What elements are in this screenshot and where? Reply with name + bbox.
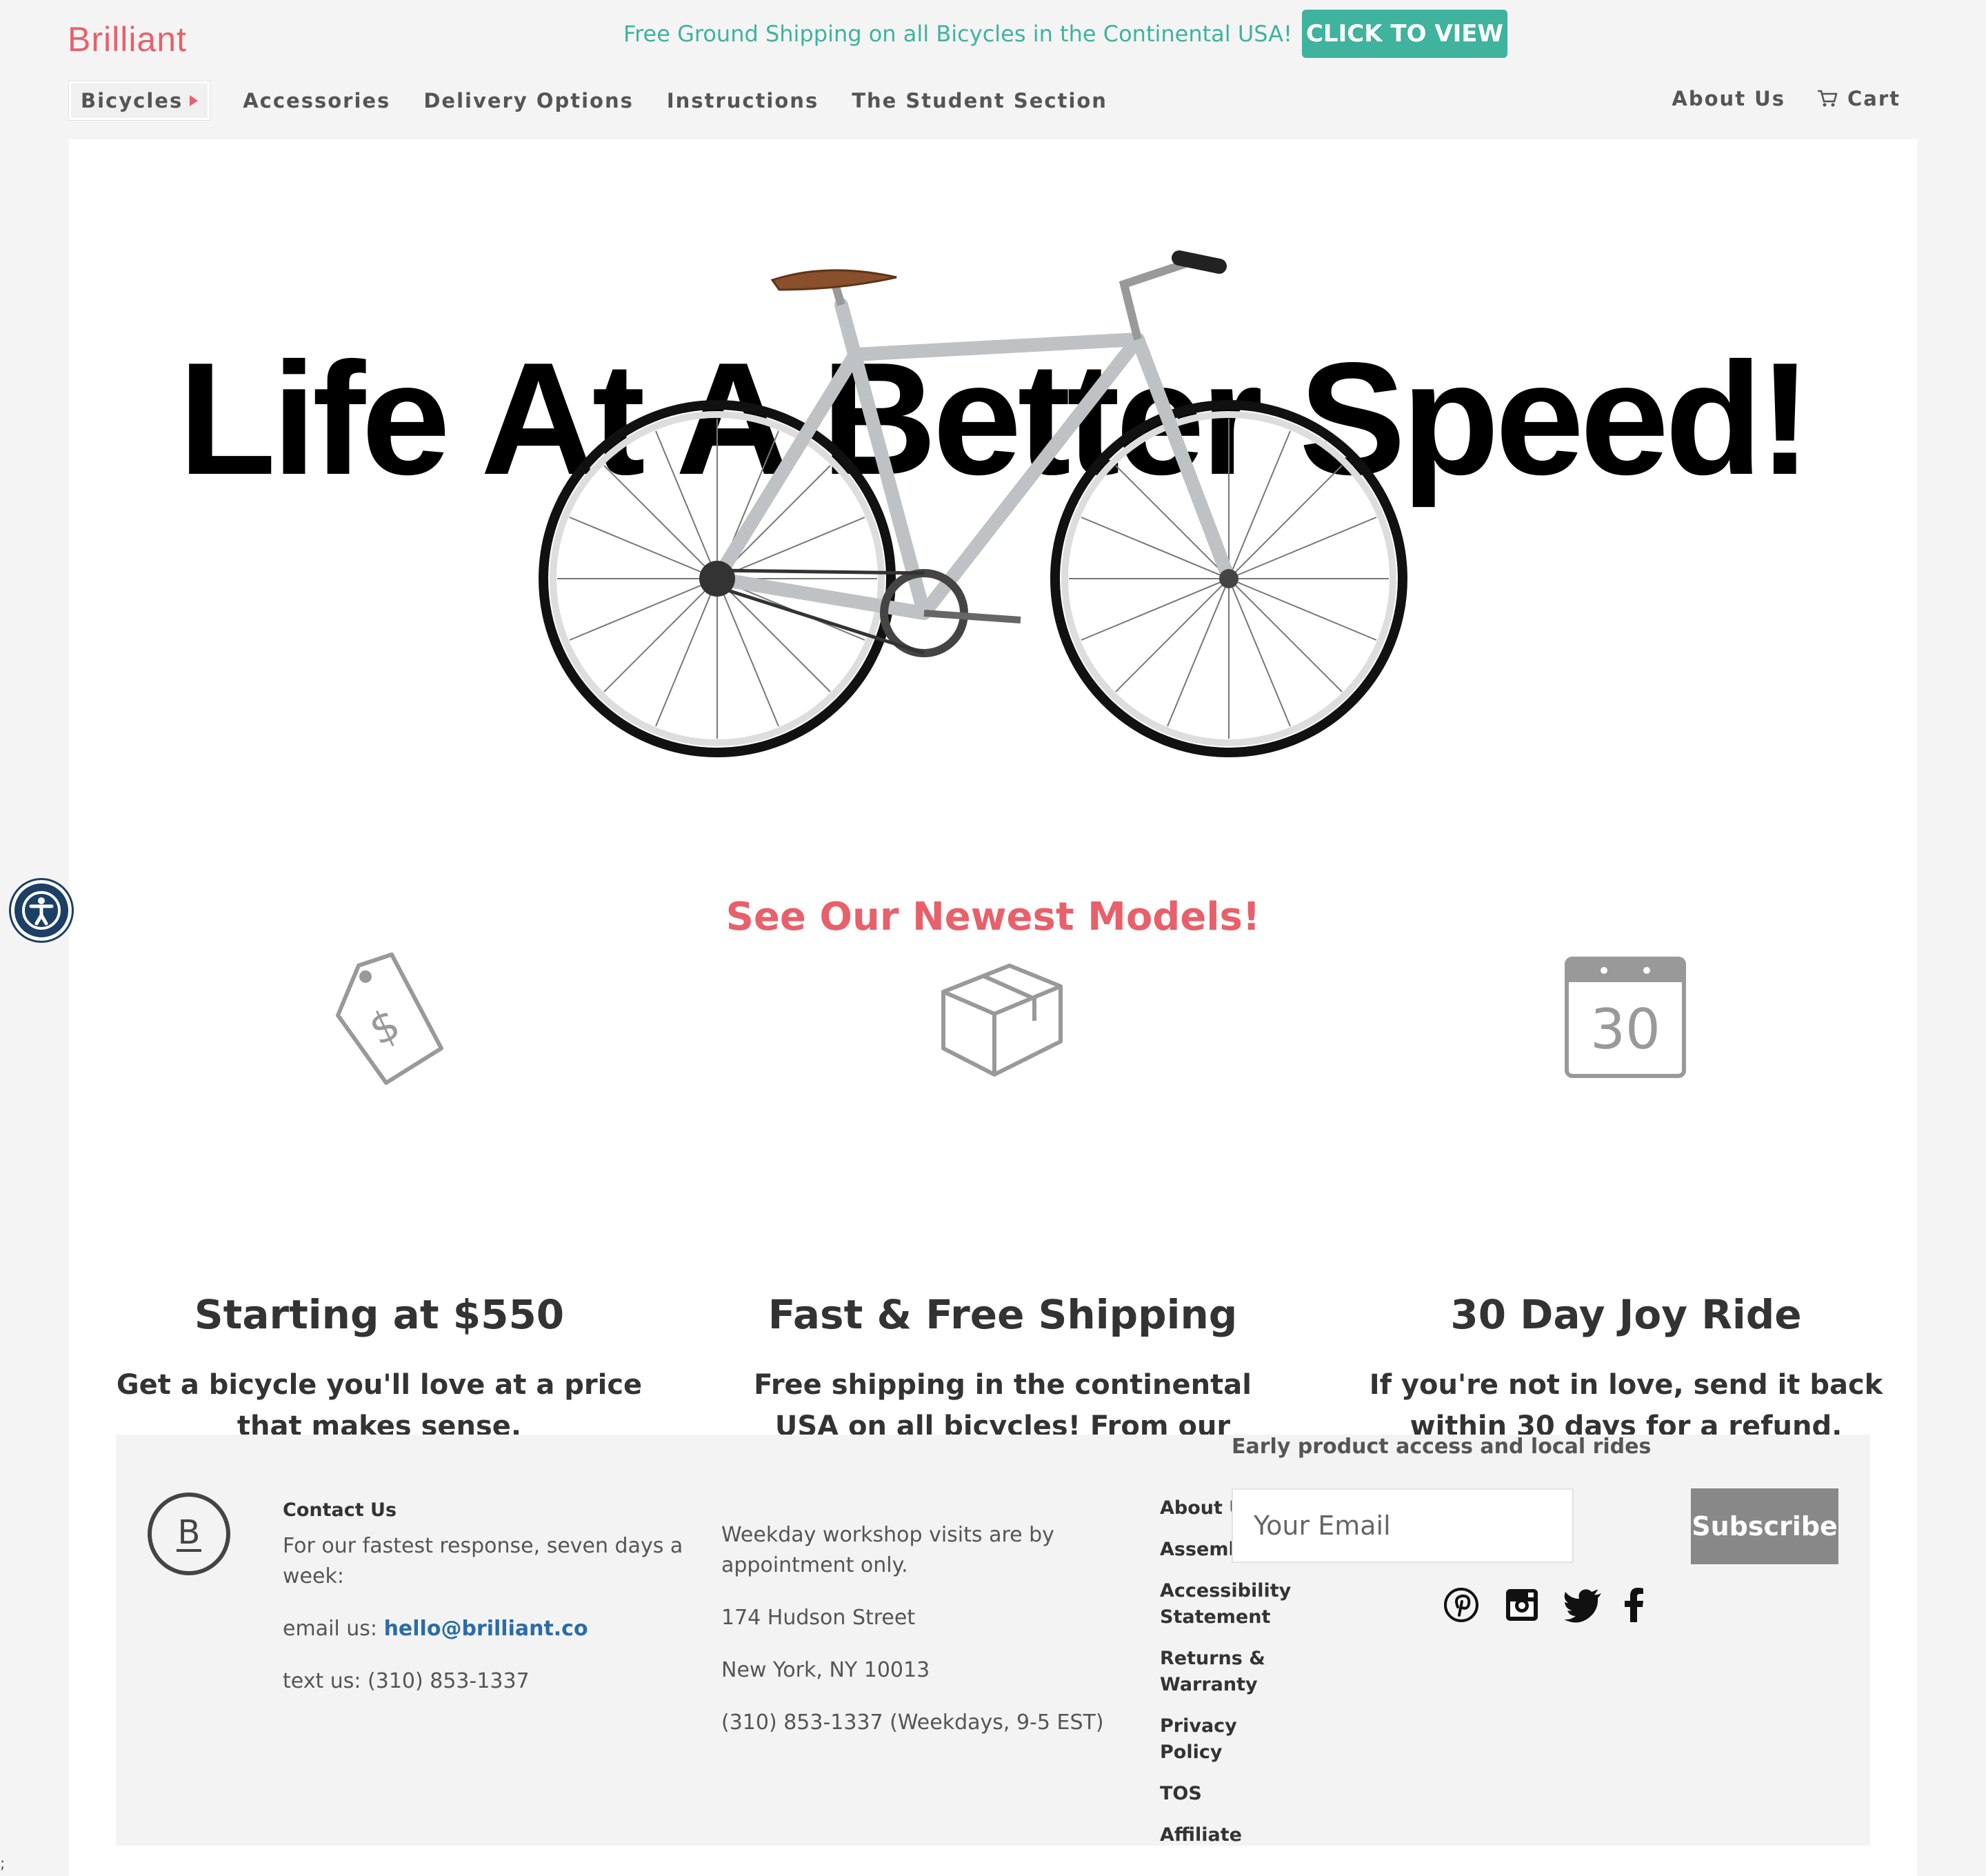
nav-item-delivery-options[interactable]: Delivery Options [423, 89, 634, 112]
feature-price: $ Starting at $550 Get a bicycle you'll … [83, 945, 676, 1442]
twitter-icon[interactable] [1563, 1586, 1604, 1624]
svg-text:B: B [178, 1513, 201, 1552]
address-city: New York, NY 10013 [721, 1658, 930, 1682]
nav-item-label: Bicycles [81, 89, 183, 112]
footer: B Contact Us For our fastest response, s… [116, 1435, 1870, 1846]
contact-heading: Contact Us [283, 1499, 397, 1521]
facebook-icon[interactable] [1622, 1586, 1645, 1624]
instagram-icon[interactable] [1503, 1586, 1541, 1624]
footer-address: Weekday workshop visits are by appointme… [721, 1520, 1107, 1738]
nav-item-accessories[interactable]: Accessories [243, 89, 390, 112]
bicycle-image[interactable] [69, 139, 1917, 898]
feature-title: Fast & Free Shipping [768, 1291, 1238, 1338]
nav-item-bicycles[interactable]: Bicycles [69, 81, 210, 120]
footer-link-affiliate[interactable]: Affiliate [1160, 1822, 1298, 1848]
address-street: 174 Hudson Street [721, 1606, 916, 1630]
footer-link-returns[interactable]: Returns & Warranty [1160, 1646, 1298, 1698]
stray-character: ; [0, 1855, 6, 1873]
nav-cart[interactable]: Cart [1817, 87, 1900, 110]
accessibility-widget-button[interactable] [11, 880, 72, 941]
nav-item-student-section[interactable]: The Student Section [852, 89, 1107, 112]
feature-title: Starting at $550 [194, 1291, 565, 1338]
svg-text:$: $ [361, 998, 408, 1055]
footer-logo-icon[interactable]: B [146, 1491, 232, 1577]
nav-item-instructions[interactable]: Instructions [667, 89, 819, 112]
main-nav: Bicycles Accessories Delivery Options In… [69, 81, 1141, 120]
cart-icon [1817, 90, 1838, 107]
footer-link-accessibility[interactable]: Accessibility Statement [1160, 1578, 1298, 1630]
click-to-view-button[interactable]: CLICK TO VIEW [1302, 10, 1507, 58]
feature-shipping: Fast & Free Shipping Free shipping in th… [706, 945, 1299, 1525]
calendar-icon: 30 [1565, 957, 1686, 1078]
workshop-note: Weekday workshop visits are by appointme… [721, 1523, 1054, 1577]
box-icon [941, 964, 1063, 1077]
see-newest-models-link[interactable]: See Our Newest Models! [69, 895, 1917, 939]
footer-link-tos[interactable]: TOS [1160, 1781, 1298, 1807]
address-phone: (310) 853-1337 (Weekdays, 9-5 EST) [721, 1710, 1104, 1735]
nav-right: About Us Cart [1640, 87, 1900, 110]
feature-title: 30 Day Joy Ride [1450, 1291, 1802, 1338]
email-link[interactable]: hello@brilliant.co [384, 1617, 588, 1641]
email-input[interactable]: Your Email [1232, 1488, 1574, 1563]
footer-contact: Contact Us For our fastest response, sev… [283, 1495, 696, 1697]
contact-email: email us: hello@brilliant.co [283, 1617, 588, 1641]
contact-line: For our fastest response, seven days a w… [283, 1534, 683, 1588]
newsletter-label: Early product access and local rides [1232, 1435, 1652, 1459]
price-tag-icon: $ [336, 952, 443, 1085]
feature-joy-ride: 30 30 Day Joy Ride If you're not in love… [1330, 945, 1923, 1442]
brand-logo[interactable]: Brilliant [68, 19, 187, 59]
accessibility-icon [22, 891, 61, 930]
footer-link-privacy[interactable]: Privacy Policy [1160, 1713, 1298, 1766]
nav-about-us[interactable]: About Us [1672, 87, 1785, 110]
caret-right-icon [190, 95, 199, 106]
shipping-promo-text: Free Ground Shipping on all Bicycles in … [623, 21, 1292, 47]
subscribe-button[interactable]: Subscribe [1691, 1488, 1838, 1564]
pinterest-icon[interactable] [1443, 1586, 1480, 1624]
contact-text: text us: (310) 853-1337 [283, 1669, 530, 1693]
calendar-number: 30 [1590, 997, 1661, 1061]
cart-label: Cart [1847, 87, 1900, 110]
